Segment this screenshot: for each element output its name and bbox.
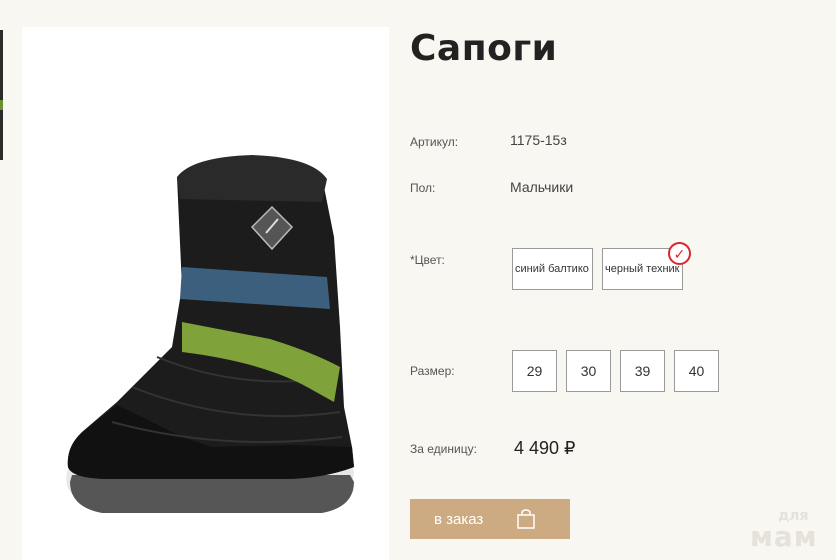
color-option-label: черный техник	[605, 263, 680, 275]
check-circle-icon: ✓	[668, 242, 691, 265]
page-title: Сапоги	[410, 28, 558, 69]
gender-label: Пол:	[410, 181, 436, 195]
gender-value: Мальчики	[510, 179, 574, 195]
size-option-29[interactable]: 29	[512, 350, 557, 392]
size-option-40[interactable]: 40	[674, 350, 719, 392]
size-label: Размер:	[410, 364, 455, 378]
color-label: *Цвет:	[410, 253, 445, 267]
watermark-logo: для мам	[750, 508, 826, 553]
thumbnail-strip[interactable]	[0, 30, 3, 160]
price-value: 4 490 ₽	[514, 438, 576, 458]
product-image	[22, 27, 389, 560]
article-value: 1175-15з	[510, 132, 567, 148]
order-button-label: в заказ	[434, 510, 484, 528]
color-option-blue[interactable]: синий балтико	[512, 248, 593, 290]
boot-illustration	[66, 155, 355, 513]
shopping-bag-icon	[517, 509, 535, 529]
size-option-39[interactable]: 39	[620, 350, 665, 392]
article-label: Артикул:	[410, 135, 459, 149]
unit-price-label: За единицу:	[410, 442, 477, 456]
watermark-line2: мам	[750, 520, 818, 553]
order-button[interactable]: в заказ	[410, 499, 570, 539]
size-option-30[interactable]: 30	[566, 350, 611, 392]
color-option-label: синий балтико	[515, 263, 589, 275]
